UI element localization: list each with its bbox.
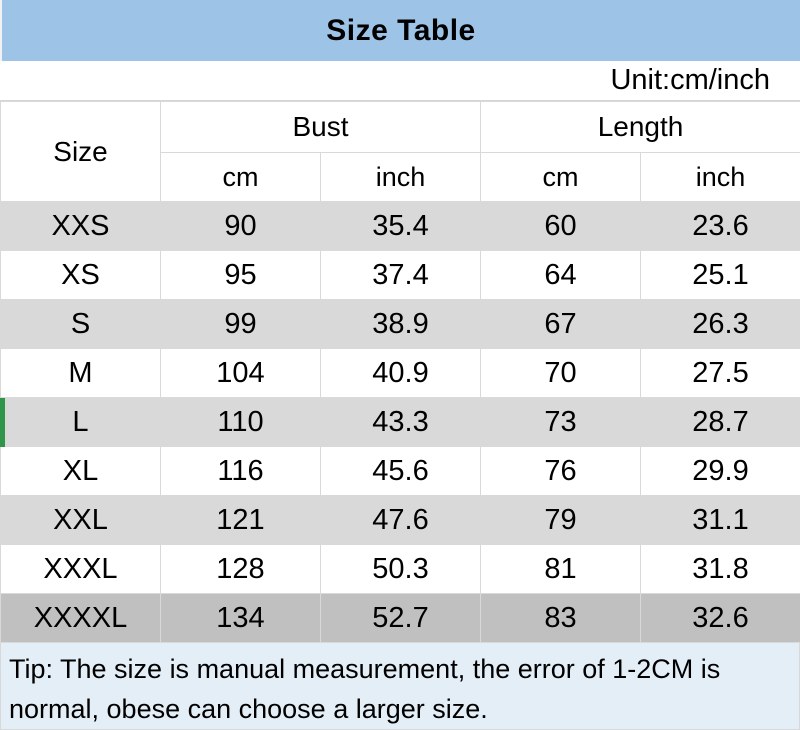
unit-note: Unit:cm/inch: [610, 64, 770, 97]
cell-length-inch: 23.6: [639, 201, 800, 251]
cell-length-cm: 76: [480, 446, 641, 496]
cell-length-inch: 31.8: [639, 544, 800, 594]
row-selection-marker: [0, 397, 5, 447]
table-header: Size Bust Length cm inch cm inch: [0, 101, 800, 202]
cell-bust-cm: 104: [160, 348, 321, 398]
cell-length-cm: 81: [480, 544, 641, 594]
cell-bust-cm: 121: [160, 495, 321, 545]
table-row: L 110 43.3 73 28.7: [0, 397, 800, 447]
cell-bust-cm: 134: [160, 593, 321, 643]
cell-bust-inch: 52.7: [320, 593, 481, 643]
cell-size: XXS: [0, 201, 161, 251]
unit-note-row: Unit:cm/inch: [0, 61, 800, 101]
table-row: XS 95 37.4 64 25.1: [0, 250, 800, 300]
cell-bust-cm: 90: [160, 201, 321, 251]
cell-bust-cm: 110: [160, 397, 321, 447]
column-header-bust: Bust: [160, 101, 481, 153]
cell-length-cm: 73: [480, 397, 641, 447]
tip-footer: Tip: The size is manual measurement, the…: [0, 643, 800, 730]
column-header-length: Length: [479, 101, 800, 153]
cell-length-inch: 25.1: [639, 250, 800, 300]
table-row: M 104 40.9 70 27.5: [0, 348, 800, 398]
table-row: S 99 38.9 67 26.3: [0, 299, 800, 349]
cell-bust-cm: 116: [160, 446, 321, 496]
page-title: Size Table: [326, 13, 476, 47]
table-title-bar: Size Table: [0, 0, 800, 62]
table-row: XXS 90 35.4 60 23.6: [0, 201, 800, 251]
cell-size: XXXXL: [0, 593, 161, 643]
cell-length-cm: 79: [480, 495, 641, 545]
cell-size: XXL: [0, 495, 161, 545]
cell-size: L: [0, 397, 161, 447]
table-row: XL 116 45.6 76 29.9: [0, 446, 800, 496]
cell-bust-inch: 47.6: [320, 495, 481, 545]
cell-size: S: [0, 299, 161, 349]
cell-bust-inch: 38.9: [320, 299, 481, 349]
cell-bust-inch: 50.3: [320, 544, 481, 594]
cell-bust-inch: 45.6: [320, 446, 481, 496]
cell-bust-cm: 95: [160, 250, 321, 300]
table-row: XXXL 128 50.3 81 31.8: [0, 544, 800, 594]
cell-bust-inch: 37.4: [320, 250, 481, 300]
cell-length-inch: 31.1: [639, 495, 800, 545]
tip-text: Tip: The size is manual measurement, the…: [9, 654, 721, 724]
cell-bust-cm: 99: [160, 299, 321, 349]
cell-length-cm: 83: [480, 593, 641, 643]
column-header-bust-inch: inch: [320, 152, 481, 202]
cell-bust-inch: 35.4: [320, 201, 481, 251]
cell-length-inch: 28.7: [639, 397, 800, 447]
column-header-length-cm: cm: [480, 152, 641, 202]
size-table-widget: Size Table Unit:cm/inch Size Bust Length…: [0, 0, 800, 730]
cell-bust-cm: 128: [160, 544, 321, 594]
table-body: XXS 90 35.4 60 23.6 XS 95 37.4 64 25.1 S…: [0, 201, 800, 643]
cell-size: XS: [0, 250, 161, 300]
cell-length-inch: 29.9: [639, 446, 800, 496]
cell-length-cm: 70: [480, 348, 641, 398]
cell-size: XXXL: [0, 544, 161, 594]
table-row: XXXXL 134 52.7 83 32.6: [0, 593, 800, 643]
cell-size: M: [0, 348, 161, 398]
cell-length-inch: 27.5: [639, 348, 800, 398]
column-header-bust-cm: cm: [160, 152, 321, 202]
cell-length-inch: 32.6: [639, 593, 800, 643]
table-row: XXL 121 47.6 79 31.1: [0, 495, 800, 545]
cell-length-cm: 60: [480, 201, 641, 251]
cell-size: XL: [0, 446, 161, 496]
cell-length-inch: 26.3: [639, 299, 800, 349]
cell-length-cm: 67: [480, 299, 641, 349]
cell-length-cm: 64: [480, 250, 641, 300]
column-header-length-inch: inch: [639, 152, 800, 202]
cell-bust-inch: 40.9: [320, 348, 481, 398]
size-chart-table: Size Bust Length cm inch cm inch XXS 90 …: [0, 101, 800, 643]
column-header-size: Size: [0, 101, 161, 202]
header-row-groups: Size Bust Length: [0, 101, 800, 202]
cell-bust-inch: 43.3: [320, 397, 481, 447]
